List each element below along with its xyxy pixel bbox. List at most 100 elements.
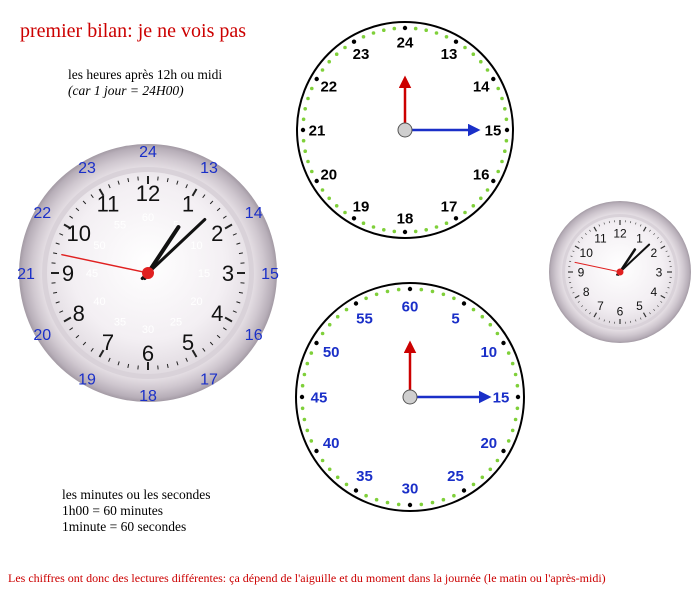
photo-clock-dial-number: 12 <box>136 181 160 206</box>
photo-clock-dial-number: 5 <box>182 330 194 355</box>
hours-dial-dot <box>503 149 507 153</box>
hours-dial-dot <box>471 52 476 56</box>
minutes-dial-dot <box>344 307 349 312</box>
small-clock-dial-number: 5 <box>636 299 643 313</box>
photo-clock-minute-number: 10 <box>190 240 202 252</box>
minutes-dial-dot <box>309 351 314 355</box>
minutes-dial-dot <box>299 394 305 400</box>
hours-dial-dot <box>453 216 459 221</box>
minutes-dial-dot <box>302 372 307 377</box>
hours-dial-dot <box>413 229 418 234</box>
minutes-dial-dot <box>515 406 520 411</box>
minutes-dial-dot <box>488 467 493 472</box>
minutes-dial-dot <box>374 292 379 297</box>
hours-dial-dot <box>300 127 306 133</box>
small-clock-dial-number: 9 <box>578 265 585 279</box>
clocks-canvas: 12 1234567891011 60510152025303540455055 … <box>17 21 691 512</box>
photo-clock-24h-label: 15 <box>261 266 279 283</box>
photo-clock-minute-number: 15 <box>198 268 210 280</box>
hours-dial-dot <box>306 96 310 101</box>
minutes-dial-label: 15 <box>493 389 510 406</box>
photo-clock-dial-number: 4 <box>211 301 223 326</box>
minutes-dial-dot <box>452 493 456 498</box>
hours-dial-dot <box>371 225 376 229</box>
hours-dial-dot <box>301 117 306 122</box>
photo-clock-center-cap <box>142 267 154 279</box>
photo-clock-24h-label: 20 <box>33 327 51 344</box>
hours-dial-dot <box>504 117 509 122</box>
hours-dial-dot <box>500 159 504 164</box>
minutes-dial-dot <box>385 289 390 294</box>
photo-clock-dial-number: 9 <box>62 261 74 286</box>
hours-dial-dot <box>491 76 496 82</box>
minutes-dial-dot <box>335 475 340 480</box>
hours-dial-dot <box>303 149 308 153</box>
small-clock-dial-number: 4 <box>650 285 657 299</box>
hours-dial-dot <box>301 138 306 143</box>
hours-dial-dot <box>453 39 459 44</box>
photo-clock-dial-number: 6 <box>142 341 154 366</box>
hours-dial-dot <box>485 68 490 72</box>
minutes-dial-dot <box>344 482 349 487</box>
minutes-center-pin <box>402 389 418 405</box>
minutes-dial-dot <box>305 428 310 433</box>
minutes-dial-dot <box>441 292 446 297</box>
hours-dial-dot <box>361 221 366 225</box>
photo-clock-minute-number: 50 <box>93 240 105 252</box>
photo-clock-dial-number: 8 <box>73 301 85 326</box>
minutes-dial-dot <box>480 475 485 480</box>
hours-dial-label: 15 <box>485 122 502 139</box>
minutes-dial-dot <box>510 361 515 366</box>
photo-clock-dial-number: 7 <box>102 330 114 355</box>
minutes-dial-dot <box>385 500 390 505</box>
small-clock-dial-number: 11 <box>594 232 607 246</box>
minutes-dial-dot <box>300 383 305 388</box>
hours-dial-dot <box>320 188 325 192</box>
hours-center-pin <box>397 122 413 138</box>
small-clock-dial-number: 8 <box>583 285 590 299</box>
minutes-dial-dot <box>461 488 467 493</box>
hours-dial-dot <box>392 26 397 31</box>
hours-dial-dot <box>327 59 332 64</box>
minutes-dial-label: 35 <box>356 468 373 485</box>
minutes-dial-dot <box>300 406 305 411</box>
photo-clock-minute-number: 35 <box>114 317 126 329</box>
minutes-dial-dot <box>302 417 307 422</box>
hours-dial-dot <box>504 138 509 143</box>
minutes-dial-dot <box>419 502 424 507</box>
photo-clock-minute-number: 30 <box>142 324 154 336</box>
minutes-dial-label: 45 <box>311 389 328 406</box>
minutes-dial-dot <box>471 307 476 312</box>
small-clock-dial-number: 3 <box>656 265 663 279</box>
hours-dial-dot <box>479 196 483 201</box>
minutes-dial-dot <box>495 458 500 463</box>
minutes-dial-dot <box>407 502 413 508</box>
minutes-dial-label: 20 <box>480 435 497 452</box>
minutes-dial-dot <box>353 488 359 493</box>
small-clock-dial-number: 6 <box>617 304 624 318</box>
photo-clock-24h-label: 24 <box>139 144 157 161</box>
hours-dial-dot <box>496 86 501 91</box>
hours-diagram: 24 13 14 15 16 17 18 19 20 21 22 23 <box>296 21 514 239</box>
photo-clock-dial-number: 2 <box>211 221 223 246</box>
hours-dial-label: 13 <box>441 46 458 63</box>
minutes-dial-dot <box>396 502 401 507</box>
hours-dial-label: 24 <box>397 34 414 51</box>
minutes-dial-dot <box>396 287 401 292</box>
hours-dial-label: 18 <box>397 210 414 227</box>
minutes-dial-dot <box>501 340 506 346</box>
minutes-dial-dot <box>419 287 424 292</box>
minutes-dial-dot <box>515 394 521 400</box>
small-clock-center-cap <box>616 268 624 276</box>
small-clock-dial-number: 12 <box>613 226 627 240</box>
photo-clock-minute-number: 40 <box>93 296 105 308</box>
hours-dial-dot <box>402 25 408 31</box>
photo-clock-24h-label: 19 <box>78 371 96 388</box>
photo-clock-minute-number: 20 <box>190 296 202 308</box>
photo-clock: 12 1234567891011 60510152025303540455055 … <box>17 144 279 405</box>
small-clock: 12 12 3 45678 9 1011 <box>549 201 691 343</box>
small-clock-dial-number: 2 <box>650 246 657 260</box>
hours-dial-dot <box>434 31 439 35</box>
hours-dial-dot <box>327 196 332 201</box>
minutes-dial-dot <box>314 448 319 454</box>
